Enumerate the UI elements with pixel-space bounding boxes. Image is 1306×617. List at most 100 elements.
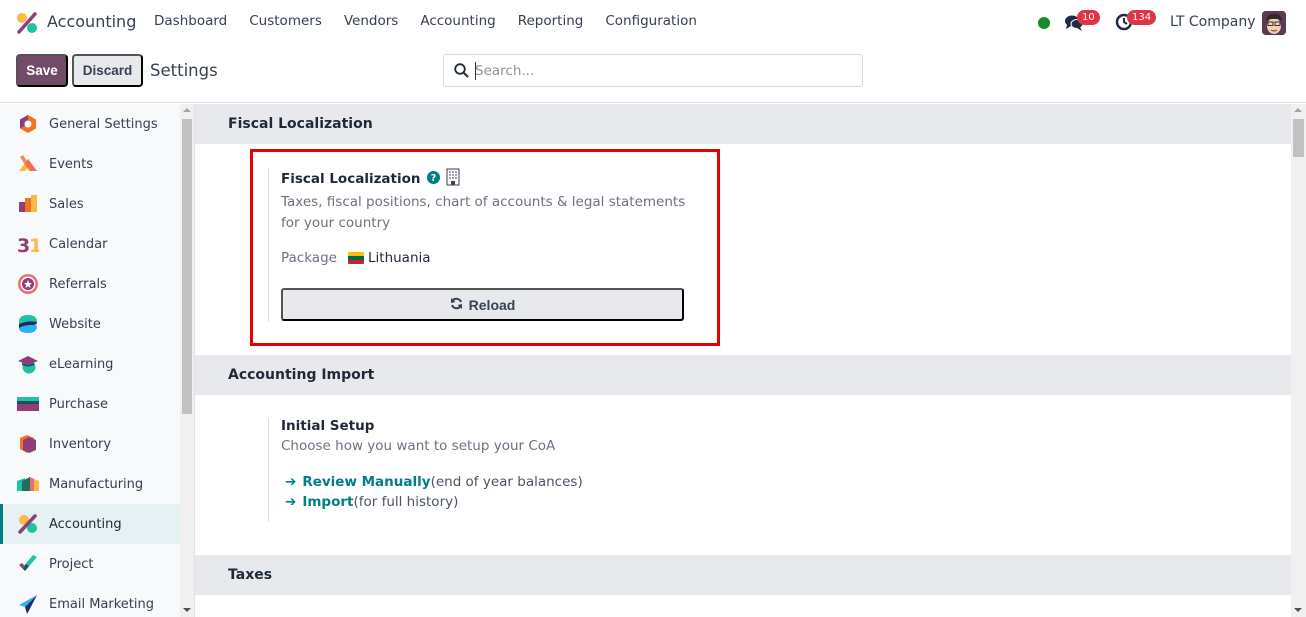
setting-fiscal-localization: Fiscal Localization ? Taxes, fiscal posi…	[268, 168, 691, 322]
referrals-icon	[17, 273, 39, 295]
sidebar-item-calendar[interactable]: 31 Calendar	[0, 224, 180, 264]
sidebar-label: Manufacturing	[49, 476, 144, 492]
import-link[interactable]: Import	[302, 494, 353, 510]
sidebar-item-email-marketing[interactable]: Email Marketing	[0, 584, 180, 617]
sidebar-item-events[interactable]: Events	[0, 144, 180, 184]
section-title: Accounting Import	[228, 367, 375, 383]
control-panel: Save Discard Settings	[0, 46, 1306, 103]
general-settings-icon	[17, 113, 39, 135]
sidebar-label: eLearning	[49, 356, 114, 372]
manufacturing-icon	[17, 473, 39, 495]
company-building-icon	[446, 168, 460, 190]
sidebar-label: Accounting	[49, 516, 122, 532]
search-input[interactable]	[475, 61, 855, 81]
sidebar-item-accounting[interactable]: Accounting	[0, 504, 180, 544]
sidebar-scroll-thumb[interactable]	[182, 119, 192, 414]
lithuania-flag-icon	[348, 252, 364, 264]
setting-description: Choose how you want to setup your CoA	[281, 438, 556, 454]
sidebar-item-sales[interactable]: Sales	[0, 184, 180, 224]
accounting-app-icon[interactable]	[16, 12, 38, 34]
main-scroll-thumb[interactable]	[1293, 119, 1304, 157]
website-icon	[17, 313, 39, 335]
sidebar-item-project[interactable]: Project	[0, 544, 180, 584]
section-header-fiscal-localization: Fiscal Localization	[195, 104, 1292, 144]
menu-vendors[interactable]: Vendors	[333, 13, 409, 29]
link-note: (end of year balances)	[430, 474, 583, 490]
setting-title: Initial Setup	[281, 418, 375, 434]
sidebar-label: Project	[49, 556, 94, 572]
events-icon	[17, 153, 39, 175]
sidebar-item-purchase[interactable]: Purchase	[0, 384, 180, 424]
sidebar-label: Inventory	[49, 436, 112, 452]
section-header-taxes: Taxes	[195, 555, 1292, 595]
sidebar-label: Events	[49, 156, 94, 172]
settings-content: Fiscal Localization Fiscal Localization …	[194, 104, 1292, 617]
app-name[interactable]: Accounting	[47, 12, 136, 31]
sidebar-label: Website	[49, 316, 101, 332]
setting-initial-setup: Initial Setup Choose how you want to set…	[268, 418, 583, 522]
sidebar-item-manufacturing[interactable]: Manufacturing	[0, 464, 180, 504]
reload-button[interactable]: Reload	[281, 288, 684, 321]
activities-count-badge: 134	[1127, 10, 1157, 25]
search-box[interactable]	[443, 54, 863, 87]
scroll-down-arrow-icon[interactable]	[1294, 608, 1302, 612]
elearning-icon	[17, 353, 39, 375]
sidebar-label: Email Marketing	[49, 596, 154, 612]
sidebar-item-inventory[interactable]: Inventory	[0, 424, 180, 464]
project-icon	[17, 553, 39, 575]
settings-sidebar: General Settings Events Sales 31 Calenda…	[0, 104, 180, 617]
section-title: Taxes	[228, 567, 273, 583]
scroll-up-arrow-icon[interactable]	[183, 108, 191, 112]
review-manually-link[interactable]: Review Manually	[302, 474, 430, 490]
user-avatar[interactable]	[1262, 11, 1286, 35]
sidebar-label: Sales	[49, 196, 84, 212]
review-manually-row: ➔ Review Manually (end of year balances)	[281, 474, 583, 490]
sidebar-scrollbar[interactable]	[180, 104, 194, 617]
sidebar-label: General Settings	[49, 116, 158, 132]
main-scrollbar[interactable]	[1291, 104, 1306, 617]
search-icon	[454, 63, 469, 82]
setting-description: Taxes, fiscal positions, chart of accoun…	[281, 194, 686, 231]
discard-button[interactable]: Discard	[72, 54, 143, 87]
arrow-right-icon: ➔	[285, 494, 297, 510]
accounting-icon	[17, 513, 39, 535]
menu-dashboard[interactable]: Dashboard	[143, 13, 238, 29]
setting-title-row: Fiscal Localization ?	[281, 168, 691, 190]
menu-accounting[interactable]: Accounting	[409, 13, 506, 29]
sidebar-label: Purchase	[49, 396, 109, 412]
import-row: ➔ Import (for full history)	[281, 494, 583, 510]
setting-title: Fiscal Localization	[281, 171, 421, 187]
sidebar-label: Calendar	[49, 236, 108, 252]
calendar-icon: 31	[17, 233, 42, 257]
sidebar-label: Referrals	[49, 276, 107, 292]
text-caret	[475, 62, 476, 80]
company-switcher[interactable]: LT Company	[1170, 14, 1255, 30]
package-label: Package	[281, 250, 337, 266]
top-navbar: Accounting Dashboard Customers Vendors A…	[0, 0, 1306, 46]
sidebar-item-referrals[interactable]: Referrals	[0, 264, 180, 304]
email-marketing-icon	[17, 593, 39, 615]
menu-configuration[interactable]: Configuration	[594, 13, 708, 29]
section-header-accounting-import: Accounting Import	[195, 355, 1292, 395]
sidebar-item-elearning[interactable]: eLearning	[0, 344, 180, 384]
package-country: Lithuania	[368, 250, 431, 266]
inventory-icon	[17, 433, 39, 455]
menu-customers[interactable]: Customers	[238, 13, 333, 29]
messages-count-badge: 10	[1077, 10, 1100, 25]
scroll-up-arrow-icon[interactable]	[1294, 108, 1302, 112]
svg-text:1: 1	[29, 235, 39, 255]
save-button[interactable]: Save	[16, 54, 68, 87]
refresh-icon	[450, 297, 463, 313]
breadcrumb-settings: Settings	[150, 61, 218, 80]
presence-status-icon	[1038, 17, 1050, 29]
purchase-icon	[17, 393, 39, 415]
arrow-right-icon: ➔	[285, 474, 297, 490]
sidebar-item-website[interactable]: Website	[0, 304, 180, 344]
reload-label: Reload	[468, 296, 516, 313]
sidebar-item-general-settings[interactable]: General Settings	[0, 104, 180, 144]
scroll-down-arrow-icon[interactable]	[183, 608, 191, 612]
menu-reporting[interactable]: Reporting	[507, 13, 595, 29]
help-question-icon[interactable]: ?	[426, 170, 440, 188]
main-menu: Dashboard Customers Vendors Accounting R…	[143, 13, 708, 29]
section-title: Fiscal Localization	[228, 116, 373, 132]
